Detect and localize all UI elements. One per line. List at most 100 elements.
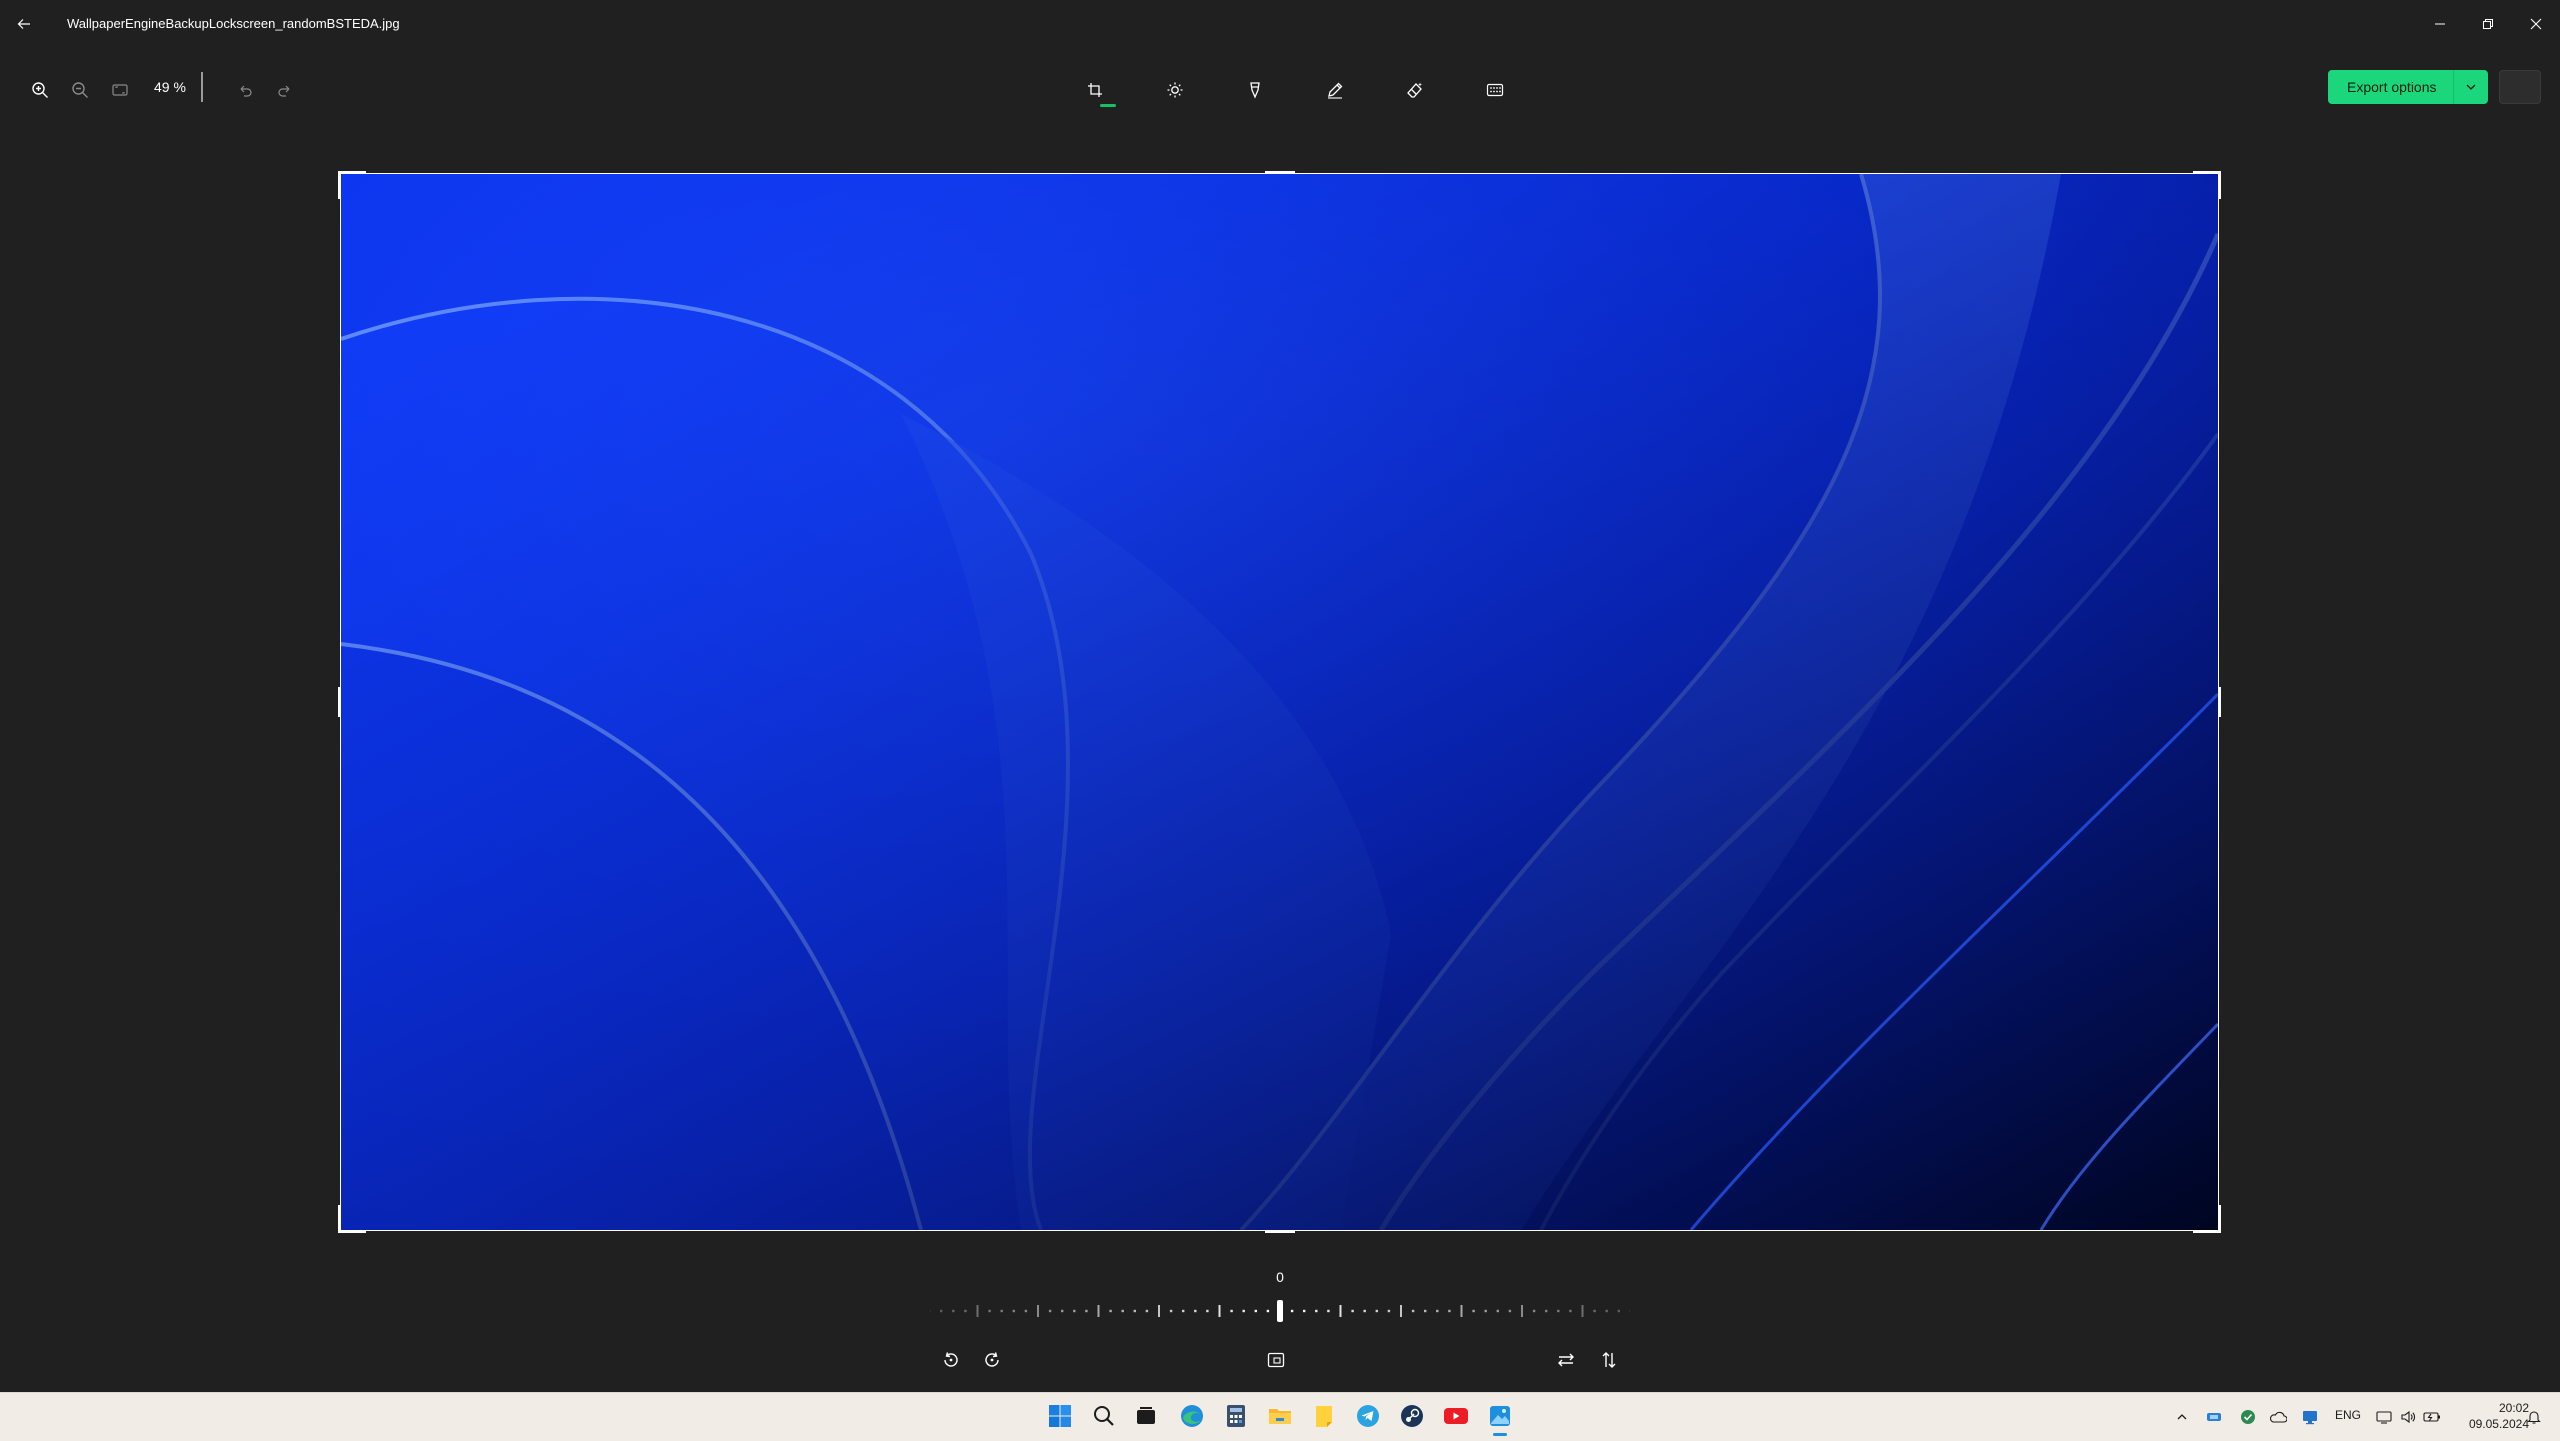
flip-vertical-button[interactable] — [1589, 1342, 1629, 1378]
rotate-left-button[interactable] — [931, 1342, 971, 1378]
taskbar-edge-button[interactable] — [1174, 1398, 1210, 1434]
crop-handle-left[interactable] — [338, 687, 341, 717]
ruler-minor-tick — [1509, 1310, 1511, 1312]
battery-icon — [2423, 1410, 2441, 1424]
network-icon — [2376, 1409, 2392, 1425]
tray-network[interactable] — [2372, 1405, 2396, 1429]
taskbar-file-explorer-button[interactable] — [1262, 1398, 1298, 1434]
crop-handle-top-right-v[interactable] — [2218, 171, 2221, 199]
ruler-minor-tick — [1061, 1310, 1063, 1312]
markup-tool-button[interactable] — [1315, 70, 1355, 110]
export-dropdown-chevron[interactable] — [2453, 70, 2488, 104]
redo-icon — [277, 82, 293, 98]
crop-handle-bottom[interactable] — [1265, 1230, 1295, 1233]
back-button[interactable] — [8, 8, 40, 40]
tray-volume[interactable] — [2396, 1405, 2420, 1429]
erase-tool-button[interactable] — [1395, 70, 1435, 110]
straighten-slider[interactable] — [930, 1300, 1630, 1322]
image-canvas[interactable] — [341, 174, 2218, 1230]
export-options-button[interactable]: Export options — [2328, 70, 2488, 104]
close-button[interactable] — [2512, 0, 2560, 48]
zoom-in-icon — [31, 81, 49, 99]
aspect-ratio-button[interactable] — [1256, 1342, 1296, 1378]
crop-handle-top-left[interactable] — [338, 171, 366, 174]
crop-handle-bottom-right[interactable] — [2193, 1230, 2221, 1233]
filter-icon — [1246, 81, 1264, 99]
ruler-minor-tick — [1388, 1310, 1390, 1312]
system-clock[interactable]: 20:02 09.05.2024 — [2453, 1400, 2529, 1432]
ruler-minor-tick — [1013, 1310, 1015, 1312]
straighten-angle-value: 0 — [1272, 1269, 1288, 1285]
taskbar-search-button[interactable] — [1086, 1398, 1122, 1434]
tray-battery[interactable] — [2420, 1405, 2444, 1429]
ruler-minor-tick — [1109, 1310, 1111, 1312]
flip-vertical-icon — [1599, 1350, 1619, 1370]
more-options-button[interactable] — [2499, 70, 2541, 104]
undo-button[interactable] — [225, 70, 265, 110]
zoom-in-button[interactable] — [20, 70, 60, 110]
tray-overflow-button[interactable] — [2170, 1405, 2194, 1429]
taskbar-telegram-button[interactable] — [1350, 1398, 1386, 1434]
flip-horizontal-icon — [1556, 1350, 1576, 1370]
rotate-left-icon — [941, 1350, 961, 1370]
edge-icon — [1179, 1403, 1205, 1429]
ruler-minor-tick — [1255, 1310, 1257, 1312]
crop-handle-top-right[interactable] — [2193, 171, 2221, 174]
crop-handle-bottom-left[interactable] — [338, 1230, 366, 1233]
fit-to-window-button[interactable] — [100, 70, 140, 110]
ruler-minor-tick — [1448, 1310, 1450, 1312]
taskbar-sticky-notes-button[interactable] — [1306, 1398, 1342, 1434]
ruler-minor-tick — [1170, 1310, 1172, 1312]
tray-bluetooth[interactable] — [2202, 1405, 2226, 1429]
ruler-minor-tick — [1134, 1310, 1136, 1312]
minimize-button[interactable] — [2416, 0, 2464, 48]
file-explorer-icon — [1267, 1404, 1293, 1428]
redo-button[interactable] — [265, 70, 305, 110]
ruler-minor-tick — [1545, 1310, 1547, 1312]
ruler-minor-tick — [1557, 1310, 1559, 1312]
taskbar-start-button[interactable] — [1042, 1398, 1078, 1434]
adjust-tool-button[interactable] — [1155, 70, 1195, 110]
notification-center-button[interactable] — [2522, 1405, 2546, 1429]
ruler-minor-tick — [1327, 1310, 1329, 1312]
ruler-minor-tick — [1569, 1310, 1571, 1312]
zoom-out-icon — [71, 81, 89, 99]
taskbar-calculator-button[interactable] — [1218, 1398, 1254, 1434]
youtube-icon — [1443, 1406, 1469, 1426]
ruler-minor-tick — [1194, 1310, 1196, 1312]
bluetooth-icon — [2206, 1410, 2222, 1424]
ruler-minor-tick — [1073, 1310, 1075, 1312]
ruler-minor-tick — [1315, 1310, 1317, 1312]
crop-handle-bottom-right-v[interactable] — [2218, 1205, 2221, 1233]
zoom-level[interactable]: 49 % — [154, 78, 186, 96]
background-blur-tool-button[interactable] — [1475, 70, 1515, 110]
crop-handle-bottom-left-v[interactable] — [338, 1205, 341, 1233]
search-icon — [1092, 1404, 1116, 1428]
ruler-minor-tick — [1497, 1310, 1499, 1312]
crop-handle-top[interactable] — [1265, 171, 1295, 174]
language-indicator[interactable]: ENG — [2335, 1408, 2361, 1422]
tray-display[interactable] — [2298, 1405, 2322, 1429]
taskbar-active-indicator — [1493, 1433, 1507, 1436]
zoom-out-button[interactable] — [60, 70, 100, 110]
rotate-right-button[interactable] — [972, 1342, 1012, 1378]
tray-onedrive[interactable] — [2266, 1405, 2290, 1429]
taskbar-steam-button[interactable] — [1394, 1398, 1430, 1434]
ruler-minor-tick — [1412, 1310, 1414, 1312]
straighten-slider-thumb[interactable] — [1277, 1300, 1283, 1322]
ruler-minor-tick — [1472, 1310, 1474, 1312]
maximize-button[interactable] — [2464, 0, 2512, 48]
ruler-minor-tick — [1593, 1310, 1595, 1312]
filter-tool-button[interactable] — [1235, 70, 1275, 110]
tray-security[interactable] — [2236, 1405, 2260, 1429]
taskbar-task-view-button[interactable] — [1128, 1398, 1164, 1434]
ruler-major-tick — [1582, 1305, 1584, 1317]
crop-handle-top-left-v[interactable] — [338, 171, 341, 199]
flip-horizontal-button[interactable] — [1546, 1342, 1586, 1378]
taskbar-youtube-button[interactable] — [1438, 1398, 1474, 1434]
onedrive-icon — [2269, 1411, 2287, 1423]
crop-handle-right[interactable] — [2218, 687, 2221, 717]
ruler-major-tick — [1521, 1305, 1523, 1317]
taskbar-photos-button[interactable] — [1482, 1398, 1518, 1434]
ruler-minor-tick — [1146, 1310, 1148, 1312]
